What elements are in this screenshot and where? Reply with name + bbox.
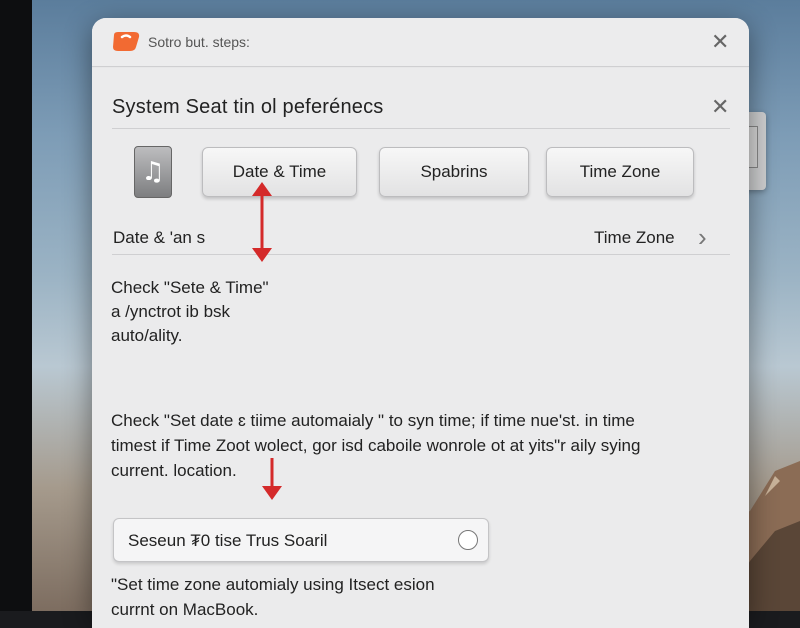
dialog-titlebar: Sotro but. steps: ✕ bbox=[92, 18, 749, 67]
preferences-panel: System Seat tin ol peferénecs ✕ ♫ Date &… bbox=[92, 68, 749, 628]
help-dialog: Sotro but. steps: ✕ System Seat tin ol p… bbox=[92, 18, 749, 628]
desktop-edge bbox=[0, 0, 32, 611]
panel-title: System Seat tin ol peferénecs bbox=[112, 96, 384, 118]
close-icon[interactable]: ✕ bbox=[711, 96, 729, 118]
row-label-time-zone[interactable]: Time Zone bbox=[594, 228, 675, 248]
tab-label: Spabrins bbox=[420, 162, 488, 181]
down-arrow-icon bbox=[262, 458, 282, 500]
tab-label: Time Zone bbox=[579, 162, 661, 181]
instruction-text-1: Check "Sete & Time" a /ynctrot ib bsk au… bbox=[111, 278, 269, 345]
divider bbox=[112, 128, 730, 129]
option-label: Seseun ₮0 tise Trus Soaril bbox=[128, 531, 328, 550]
tab-time-zone[interactable]: Time Zone bbox=[546, 147, 694, 197]
row-label-left: Date & 'an s bbox=[113, 228, 206, 247]
tab-date-time[interactable]: Date & Time bbox=[202, 147, 357, 197]
auto-timezone-option[interactable]: Seseun ₮0 tise Trus Soaril bbox=[113, 518, 489, 562]
music-icon[interactable]: ♫ bbox=[134, 146, 172, 198]
instruction-text-3: "Set time zone automialy using Itsect es… bbox=[111, 575, 435, 619]
tab-spabrins[interactable]: Spabrins bbox=[379, 147, 529, 197]
radio-button[interactable] bbox=[458, 530, 478, 550]
divider bbox=[112, 254, 730, 255]
double-arrow-icon bbox=[252, 182, 272, 262]
close-icon[interactable]: ✕ bbox=[711, 31, 729, 53]
instruction-text-2: Check "Set date ɛ tiime automaialy " to … bbox=[111, 411, 641, 480]
tab-label: Date & Time bbox=[232, 162, 327, 181]
dialog-title: Sotro but. steps: bbox=[148, 34, 250, 50]
app-logo-icon bbox=[113, 32, 140, 51]
chevron-right-icon[interactable]: › bbox=[698, 222, 707, 253]
